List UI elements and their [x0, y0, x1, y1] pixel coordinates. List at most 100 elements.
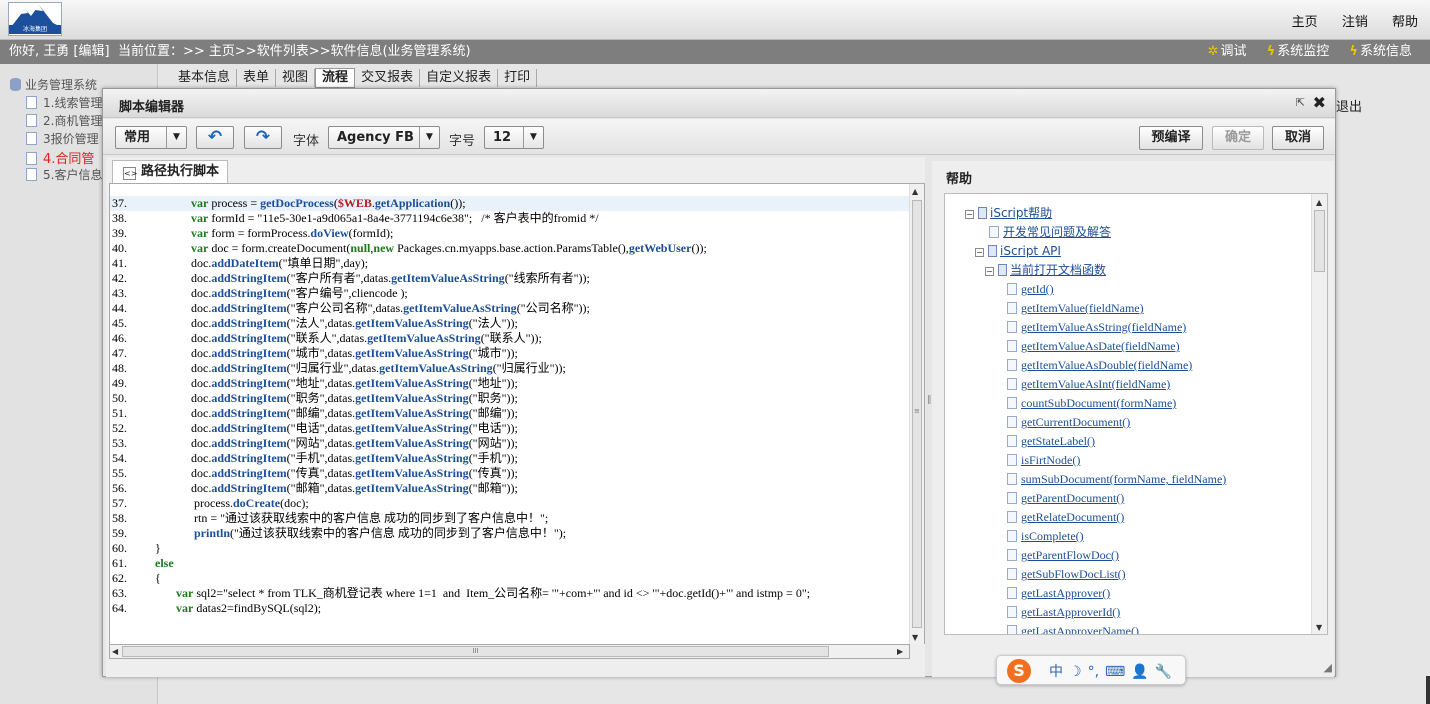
help-node[interactable]: getItemValueAsDate(fieldName) [1007, 339, 1180, 354]
collapse-toggle-icon[interactable]: − [965, 210, 974, 219]
help-scrollbar[interactable]: ▲ ▼ [1311, 194, 1327, 634]
exit-link[interactable]: 退出 [1336, 96, 1362, 115]
tab-cross-report[interactable]: 交叉报表 [355, 69, 421, 87]
sidebar-item-lead[interactable]: 1.线索管理 [26, 94, 102, 111]
code-line[interactable]: 43. doc.addStringItem("客户编号",cliencode )… [110, 286, 911, 301]
hscroll-thumb[interactable]: III [122, 646, 829, 657]
code-line[interactable]: 57. process.doCreate(doc); [110, 496, 911, 511]
redo-button[interactable]: ↷ [244, 126, 282, 149]
help-node[interactable]: getRelateDocument() [1007, 510, 1124, 525]
help-node[interactable]: getItemValueAsString(fieldName) [1007, 320, 1186, 335]
dialog-titlebar[interactable]: 脚本编辑器 ⇱ ✖ [103, 89, 1335, 118]
tab-custom-report[interactable]: 自定义报表 [420, 69, 499, 87]
help-node[interactable]: getLastApproverId() [1007, 605, 1120, 620]
help-node[interactable]: getParentFlowDoc() [1007, 548, 1119, 563]
code-line[interactable]: 52. doc.addStringItem("电话",datas.getItem… [110, 421, 911, 436]
scroll-down-icon[interactable]: ▼ [912, 633, 918, 642]
scroll-down-icon[interactable]: ▼ [1316, 623, 1322, 632]
tab-print[interactable]: 打印 [498, 69, 538, 87]
sidebar-item-contract[interactable]: 4.合同管 [26, 148, 94, 167]
code-line[interactable]: 49. doc.addStringItem("地址",datas.getItem… [110, 376, 911, 391]
resize-grip-icon[interactable]: ◢ [1324, 661, 1332, 674]
user-icon[interactable]: 👤 [1131, 664, 1148, 680]
undo-button[interactable]: ↶ [196, 126, 234, 149]
confirm-button[interactable]: 确定 [1212, 126, 1264, 150]
code-line[interactable]: 50. doc.addStringItem("职务",datas.getItem… [110, 391, 911, 406]
company-logo[interactable]: 冰海集团 [8, 2, 62, 36]
code-line[interactable]: 58. rtn = "通过该获取线索中的客户信息 成功的同步到了客户信息中！"; [110, 511, 911, 526]
code-line[interactable]: 64. var datas2=findBySQL(sql2); [110, 601, 911, 616]
collapse-toggle-icon[interactable]: − [985, 267, 994, 276]
code-line[interactable]: 40. var doc = form.createDocument(null,n… [110, 241, 911, 256]
wrench-icon[interactable]: 🔧 [1155, 664, 1172, 680]
sidebar-item-quote[interactable]: 3报价管理 [26, 130, 99, 147]
code-line[interactable]: 46. doc.addStringItem("联系人",datas.getIte… [110, 331, 911, 346]
scroll-thumb[interactable] [1314, 210, 1325, 272]
help-node[interactable]: getSubFlowDocList() [1007, 567, 1126, 582]
help-link[interactable]: 帮助 [1392, 15, 1418, 30]
close-icon[interactable]: ✖ [1313, 93, 1326, 112]
popout-icon[interactable]: ⇱ [1296, 96, 1305, 109]
horizontal-scrollbar[interactable]: ◀ III ▶ [109, 644, 910, 659]
debug-tool[interactable]: ✲ 调试 [1208, 44, 1247, 59]
code-line[interactable]: 41. doc.addDateItem("填单日期",day); [110, 256, 911, 271]
help-node[interactable]: 开发常见问题及解答 [989, 225, 1111, 240]
code-line[interactable]: 61. else [110, 556, 911, 571]
code-line[interactable]: 44. doc.addStringItem("客户公司名称",datas.get… [110, 301, 911, 316]
sidebar-item-customer[interactable]: 5.客户信息 [26, 166, 102, 183]
code-line[interactable]: 55. doc.addStringItem("传真",datas.getItem… [110, 466, 911, 481]
home-link[interactable]: 主页 [1292, 15, 1318, 30]
help-node[interactable]: getItemValueAsInt(fieldName) [1007, 377, 1170, 392]
ime-toolbar[interactable]: S 中 ☽ °, ⌨ 👤 🔧 [996, 655, 1186, 685]
mode-select[interactable]: 常用 ▼ [115, 126, 187, 149]
scroll-up-icon[interactable]: ▲ [1316, 198, 1322, 207]
tab-form[interactable]: 表单 [237, 69, 277, 87]
splitter-handle[interactable]: ‖ [927, 395, 932, 405]
help-node[interactable]: countSubDocument(formName) [1007, 396, 1176, 411]
code-line[interactable]: 37. var process = getDocProcess($WEB.get… [110, 196, 911, 211]
help-node[interactable]: getStateLabel() [1007, 434, 1095, 449]
code-editor[interactable]: 37. var process = getDocProcess($WEB.get… [109, 183, 925, 644]
punctuation-icon[interactable]: °, [1088, 664, 1099, 680]
help-node[interactable]: − 当前打开文档函数 [985, 263, 1106, 278]
code-line[interactable]: 39. var form = formProcess.doView(formId… [110, 226, 911, 241]
code-line[interactable]: 45. doc.addStringItem("法人",datas.getItem… [110, 316, 911, 331]
cancel-button[interactable]: 取消 [1272, 126, 1324, 150]
editor-tab[interactable]: <> 路径执行脚本 [112, 160, 228, 184]
code-line[interactable]: 47. doc.addStringItem("城市",datas.getItem… [110, 346, 911, 361]
scroll-thumb[interactable]: ≡ [912, 200, 922, 628]
user-greeting[interactable]: 你好, 王勇 [编辑] [9, 40, 110, 64]
moon-icon[interactable]: ☽ [1069, 664, 1082, 680]
help-node[interactable]: − iScript API [975, 244, 1061, 259]
size-select[interactable]: 12 ▼ [484, 126, 544, 149]
tab-flow[interactable]: 流程 [315, 68, 356, 88]
collapse-toggle-icon[interactable]: − [975, 248, 984, 257]
tab-basic-info[interactable]: 基本信息 [172, 69, 238, 87]
precompile-button[interactable]: 预编译 [1139, 126, 1203, 150]
help-node[interactable]: getItemValue(fieldName) [1007, 301, 1144, 316]
help-node[interactable]: getLastApproverName() [1007, 624, 1139, 634]
monitor-tool[interactable]: ϟ 系统监控 [1267, 44, 1330, 59]
code-line[interactable]: 51. doc.addStringItem("邮编",datas.getItem… [110, 406, 911, 421]
help-node[interactable]: sumSubDocument(formName, fieldName) [1007, 472, 1226, 487]
vertical-scrollbar[interactable]: ▲ ≡ ▼ [909, 184, 924, 644]
help-node[interactable]: getId() [1007, 282, 1054, 297]
help-node[interactable]: − iScript帮助 [965, 206, 1052, 221]
help-node[interactable]: getParentDocument() [1007, 491, 1124, 506]
help-node[interactable]: getItemValueAsDouble(fieldName) [1007, 358, 1192, 373]
scroll-right-icon[interactable]: ▶ [897, 647, 903, 656]
help-node[interactable]: getCurrentDocument() [1007, 415, 1130, 430]
code-line[interactable]: 54. doc.addStringItem("手机",datas.getItem… [110, 451, 911, 466]
code-line[interactable]: 42. doc.addStringItem("客户所有者",datas.getI… [110, 271, 911, 286]
code-line[interactable]: 63. var sql2="select * from TLK_商机登记表 wh… [110, 586, 911, 601]
sidebar-item-opportunity[interactable]: 2.商机管理 [26, 112, 102, 129]
font-select[interactable]: Agency FB ▼ [328, 126, 440, 149]
code-line[interactable]: 53. doc.addStringItem("网站",datas.getItem… [110, 436, 911, 451]
logout-link[interactable]: 注销 [1342, 15, 1368, 30]
ime-chinese-mode[interactable]: 中 [1049, 664, 1063, 680]
code-line[interactable]: 59. println("通过该获取线索中的客户信息 成功的同步到了客户信息中！… [110, 526, 911, 541]
scroll-up-icon[interactable]: ▲ [912, 187, 918, 196]
sidebar-root[interactable]: 业务管理系统 [10, 76, 97, 93]
tab-view[interactable]: 视图 [276, 69, 316, 87]
code-line[interactable]: 38. var formId = "11e5-30e1-a9d065a1-8a4… [110, 211, 911, 226]
